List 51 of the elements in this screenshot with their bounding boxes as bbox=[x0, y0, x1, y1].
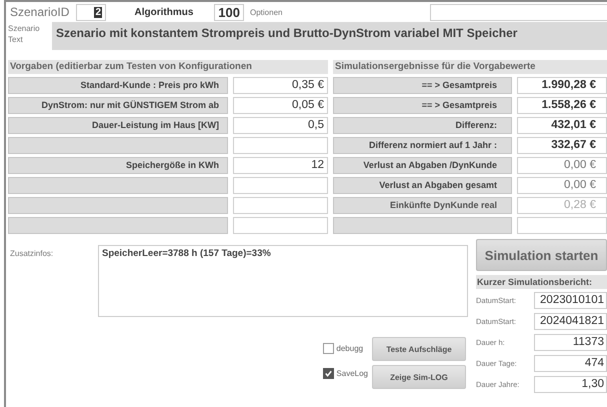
value-field[interactable]: 0,05 € bbox=[233, 97, 328, 114]
section-title: Vorgaben (editierbar zum Testen von Konfigurationen bbox=[8, 60, 328, 74]
value-field[interactable]: 0,00 € bbox=[517, 177, 607, 194]
value-field[interactable]: 0,5 bbox=[233, 117, 328, 134]
checkbox-label: debugg bbox=[336, 344, 364, 353]
report-value-field[interactable]: 2023010101 bbox=[534, 292, 607, 309]
start-simulation-button[interactable]: Simulation starten bbox=[476, 239, 607, 271]
value-field[interactable]: 1.990,28 € bbox=[517, 77, 607, 94]
field-label: Differenz: bbox=[333, 117, 512, 134]
value-field[interactable]: 12 bbox=[233, 157, 328, 174]
value-field[interactable] bbox=[233, 137, 328, 154]
report-value-field[interactable]: 11373 bbox=[534, 334, 607, 351]
scenario-text-label: Szenario Text bbox=[8, 23, 41, 46]
scenario-id-label: SzenarioID bbox=[10, 5, 70, 19]
field-label: == > Gesamtpreis bbox=[333, 77, 512, 94]
info-text-area[interactable]: SpeicherLeer=3788 h (157 Tage)=33% bbox=[98, 245, 468, 317]
field-label: Standard-Kunde : Preis pro kWh bbox=[8, 77, 228, 94]
checkbox[interactable] bbox=[323, 343, 334, 354]
field-label: Dauer-Leistung im Haus [KW] bbox=[8, 117, 228, 134]
field-label: DynStrom: nur mit GÜNSTIGEM Strom ab bbox=[8, 97, 228, 114]
report-value-field[interactable]: 474 bbox=[534, 355, 607, 372]
options-field[interactable] bbox=[430, 4, 607, 20]
action-button[interactable]: Zeige Sim-LOG bbox=[372, 365, 466, 389]
field-label: Differenz normiert auf 1 Jahr : bbox=[333, 137, 512, 154]
section-title: Simulationsergebnisse für die Vorgabewerte bbox=[333, 60, 607, 74]
value-field[interactable] bbox=[517, 217, 607, 234]
value-field[interactable] bbox=[233, 177, 328, 194]
scenario-id-field[interactable]: 2 bbox=[76, 4, 106, 20]
algorithm-field[interactable]: 100 bbox=[214, 4, 244, 20]
report-value-field[interactable]: 2024041821 bbox=[534, 313, 607, 330]
value-field[interactable] bbox=[233, 197, 328, 214]
report-title: Kurzer Simulationsbericht: bbox=[476, 275, 607, 289]
value-field[interactable]: 1.558,26 € bbox=[517, 97, 607, 114]
value-field[interactable]: 0,00 € bbox=[517, 157, 607, 174]
report-value-field[interactable]: 1,30 bbox=[534, 376, 607, 393]
checkbox[interactable] bbox=[323, 368, 334, 379]
algorithm-label: Algorithmus bbox=[134, 6, 194, 18]
value-field[interactable] bbox=[233, 217, 328, 234]
field-label: Speichergöße in KWh bbox=[8, 157, 228, 174]
field-label: Verlust an Abgaben /DynKunde bbox=[333, 157, 512, 174]
info-label: Zusatzinfos: bbox=[9, 248, 54, 260]
value-field[interactable]: 432,01 € bbox=[517, 117, 607, 134]
options-label: Optionen bbox=[250, 8, 284, 16]
value-field[interactable]: 0,35 € bbox=[233, 77, 328, 94]
field-label: == > Gesamtpreis bbox=[333, 97, 512, 114]
scenario-text-field[interactable]: Szenario mit konstantem Strompreis und Brutto-DynStrom variabel MIT Speicher bbox=[52, 22, 607, 50]
field-label: Einkünfte DynKunde real bbox=[333, 197, 512, 214]
action-button[interactable]: Teste Aufschläge bbox=[372, 337, 466, 361]
value-field[interactable]: 332,67 € bbox=[517, 137, 607, 154]
field-label: Verlust an Abgaben gesamt bbox=[333, 177, 512, 194]
checkbox-label: SaveLog bbox=[336, 369, 368, 378]
